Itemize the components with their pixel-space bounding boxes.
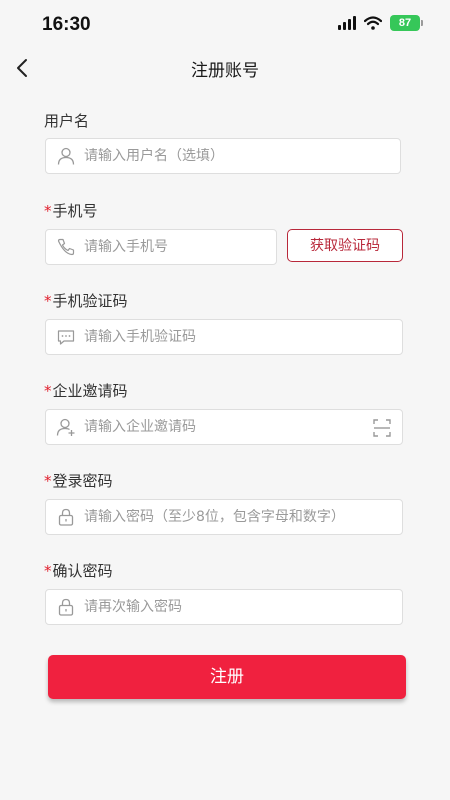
scan-icon[interactable] — [372, 418, 392, 438]
page-title: 注册账号 — [191, 61, 259, 81]
sms-code-input[interactable] — [84, 329, 402, 345]
wifi-icon — [364, 16, 382, 30]
sms-code-field[interactable] — [45, 319, 403, 355]
phone-field[interactable] — [45, 229, 277, 265]
status-time: 16:30 — [42, 14, 91, 35]
register-button[interactable]: 注册 — [48, 655, 406, 699]
invite-code-field[interactable] — [45, 409, 403, 445]
username-label: 用户名 — [44, 112, 90, 130]
battery-icon: 87 — [390, 15, 423, 31]
password-label: *登录密码 — [44, 472, 113, 490]
required-mark: * — [44, 382, 52, 400]
lock-icon — [58, 508, 74, 526]
phone-input[interactable] — [84, 239, 276, 255]
username-field[interactable] — [45, 138, 401, 174]
signal-icon — [338, 16, 356, 30]
user-add-icon — [56, 418, 75, 436]
confirm-password-input[interactable] — [84, 599, 402, 615]
get-code-button[interactable]: 获取验证码 — [287, 229, 403, 262]
message-icon — [57, 330, 75, 345]
nav-bar: 注册账号 — [0, 50, 450, 86]
invite-code-input[interactable] — [84, 419, 364, 435]
lock-icon — [58, 598, 74, 616]
status-bar: 16:30 87 — [0, 0, 450, 50]
username-input[interactable] — [84, 148, 400, 164]
user-icon — [57, 147, 75, 165]
sms-code-label: *手机验证码 — [44, 292, 128, 310]
password-input[interactable] — [84, 509, 402, 525]
password-field[interactable] — [45, 499, 403, 535]
invite-code-label: *企业邀请码 — [44, 382, 128, 400]
status-icons: 87 — [338, 15, 423, 31]
required-mark: * — [44, 292, 52, 310]
phone-label: *手机号 — [44, 202, 98, 220]
phone-icon — [57, 238, 75, 256]
required-mark: * — [44, 472, 52, 490]
required-mark: * — [44, 202, 52, 220]
required-mark: * — [44, 562, 52, 580]
confirm-password-field[interactable] — [45, 589, 403, 625]
confirm-password-label: *确认密码 — [44, 562, 113, 580]
